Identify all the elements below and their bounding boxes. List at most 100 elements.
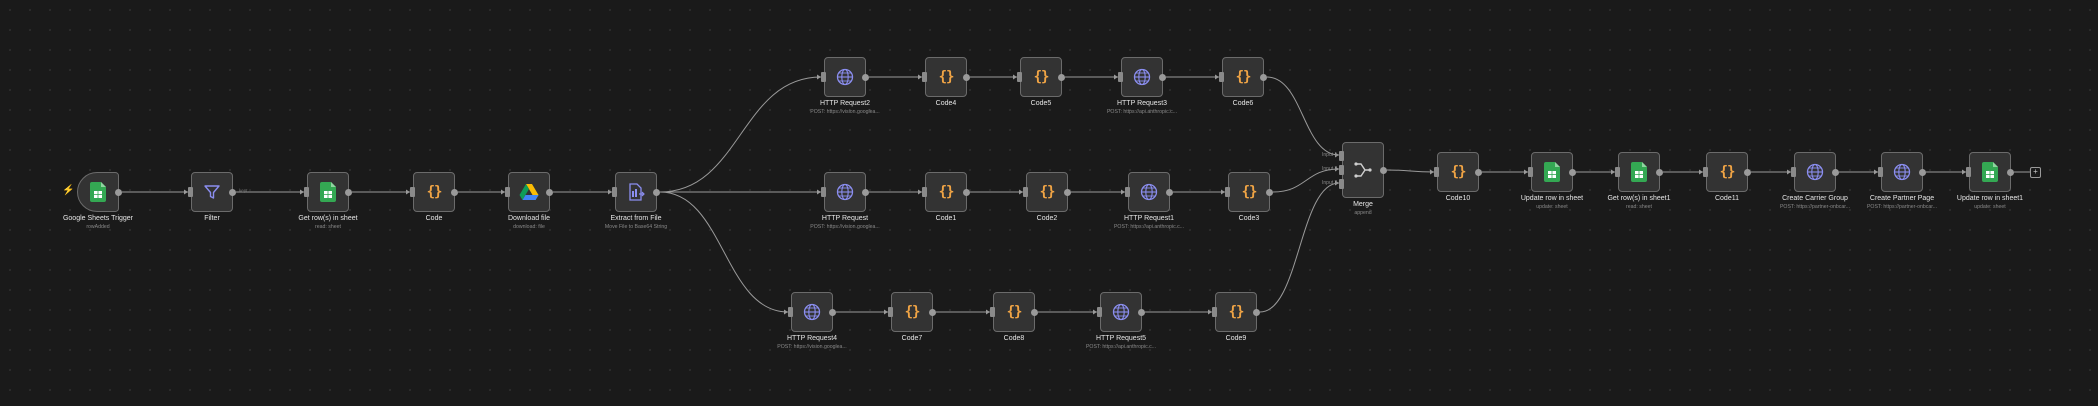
output-handle[interactable] [862,188,869,196]
node-google-sheets-trigger[interactable] [77,172,122,212]
input-handle[interactable] [1528,167,1533,177]
output-handle[interactable] [1569,168,1576,176]
code-braces-icon: {} [1241,184,1258,200]
node-get-row-s-in-sheet1[interactable] [1615,152,1663,192]
input-handle[interactable] [1615,167,1620,177]
output-handle[interactable] [2007,168,2014,176]
input-handle[interactable] [788,307,793,317]
input-handle[interactable] [1212,307,1217,317]
input-handle[interactable] [922,72,927,82]
node-http-request3[interactable] [1118,57,1166,97]
output-handle[interactable] [1266,188,1273,196]
input-handle[interactable] [1097,307,1102,317]
node-update-row-in-sheet1[interactable] [1966,152,2014,192]
node-subtitle: POST: https://api.anthropic.c... [1085,344,1157,350]
node-http-request5[interactable] [1097,292,1145,332]
connection-edge[interactable] [659,76,822,193]
node-create-carrier-group[interactable] [1791,152,1839,192]
workflow-canvas[interactable]: Google Sheets Trigger rowAdded ⚡ Filter Get … [0,0,2098,406]
node-code2[interactable]: {} [1023,172,1071,212]
input-handle[interactable] [1219,72,1224,82]
output-handle[interactable] [929,308,936,316]
input-handle[interactable] [1023,187,1028,197]
node-code11[interactable]: {} [1703,152,1751,192]
output-handle[interactable] [1380,166,1387,174]
input-handle[interactable] [1125,187,1130,197]
node-code1[interactable]: {} [922,172,970,212]
input-handle[interactable] [1966,167,1971,177]
node-code6[interactable]: {} [1219,57,1267,97]
node-code9[interactable]: {} [1212,292,1260,332]
node-title: Code3 [1238,215,1260,222]
node-code5[interactable]: {} [1017,57,1065,97]
output-handle[interactable] [1832,168,1839,176]
input-handle[interactable] [821,72,826,82]
output-handle[interactable] [1138,308,1145,316]
output-handle[interactable] [229,188,236,196]
output-handle[interactable] [1260,73,1267,81]
node-merge[interactable] [1339,142,1387,198]
node-code[interactable]: {} [410,172,458,212]
input-handle[interactable] [188,187,193,197]
output-handle[interactable] [829,308,836,316]
input-handle[interactable] [922,187,927,197]
node-filter[interactable] [188,172,236,212]
node-subtitle: POST: https://vision.googlea... [777,344,847,350]
output-handle[interactable] [451,188,458,196]
output-handle[interactable] [1166,188,1173,196]
node-http-request2[interactable] [821,57,869,97]
output-handle[interactable] [546,188,553,196]
output-handle[interactable] [1919,168,1926,176]
output-handle[interactable] [1058,73,1065,81]
node-code7[interactable]: {} [888,292,936,332]
output-handle[interactable] [653,188,660,196]
output-handle[interactable] [1475,168,1482,176]
node-code4[interactable]: {} [922,57,970,97]
node-code3[interactable]: {} [1225,172,1273,212]
node-http-request4[interactable] [788,292,836,332]
input-handle[interactable] [1017,72,1022,82]
input-handle[interactable] [1878,167,1883,177]
input-handle[interactable] [888,307,893,317]
node-get-row-s-in-sheet[interactable] [304,172,352,212]
node-code10[interactable]: {} [1434,152,1482,192]
node-create-partner-page[interactable] [1878,152,1926,192]
connection-edge[interactable] [1266,76,1340,156]
output-handle[interactable] [1159,73,1166,81]
output-handle[interactable] [1064,188,1071,196]
output-handle[interactable] [963,188,970,196]
output-handle[interactable] [1253,308,1260,316]
node-title: Code9 [1225,335,1247,342]
globe-icon [1138,181,1160,203]
input-handle[interactable] [1791,167,1796,177]
input-handle[interactable] [1339,165,1344,175]
input-handle[interactable] [1339,179,1344,189]
output-handle[interactable] [963,73,970,81]
add-node-button[interactable]: + [2030,167,2041,178]
input-handle[interactable] [505,187,510,197]
input-handle[interactable] [1434,167,1439,177]
output-handle[interactable] [862,73,869,81]
output-handle[interactable] [1031,308,1038,316]
connection-edge[interactable] [659,191,789,313]
input-handle[interactable] [1703,167,1708,177]
output-handle[interactable] [115,188,122,196]
node-update-row-in-sheet[interactable] [1528,152,1576,192]
node-download-file[interactable] [505,172,553,212]
input-handle[interactable] [1339,151,1344,161]
input-handle[interactable] [1225,187,1230,197]
input-handle[interactable] [304,187,309,197]
input-handle[interactable] [1118,72,1123,82]
output-handle[interactable] [1656,168,1663,176]
node-http-request1[interactable] [1125,172,1173,212]
input-handle[interactable] [612,187,617,197]
output-handle[interactable] [345,188,352,196]
input-handle[interactable] [821,187,826,197]
node-http-request[interactable] [821,172,869,212]
input-handle[interactable] [410,187,415,197]
connection-edge[interactable] [1386,169,1435,173]
node-code8[interactable]: {} [990,292,1038,332]
output-handle[interactable] [1744,168,1751,176]
input-handle[interactable] [990,307,995,317]
node-extract-from-file[interactable] [612,172,660,212]
